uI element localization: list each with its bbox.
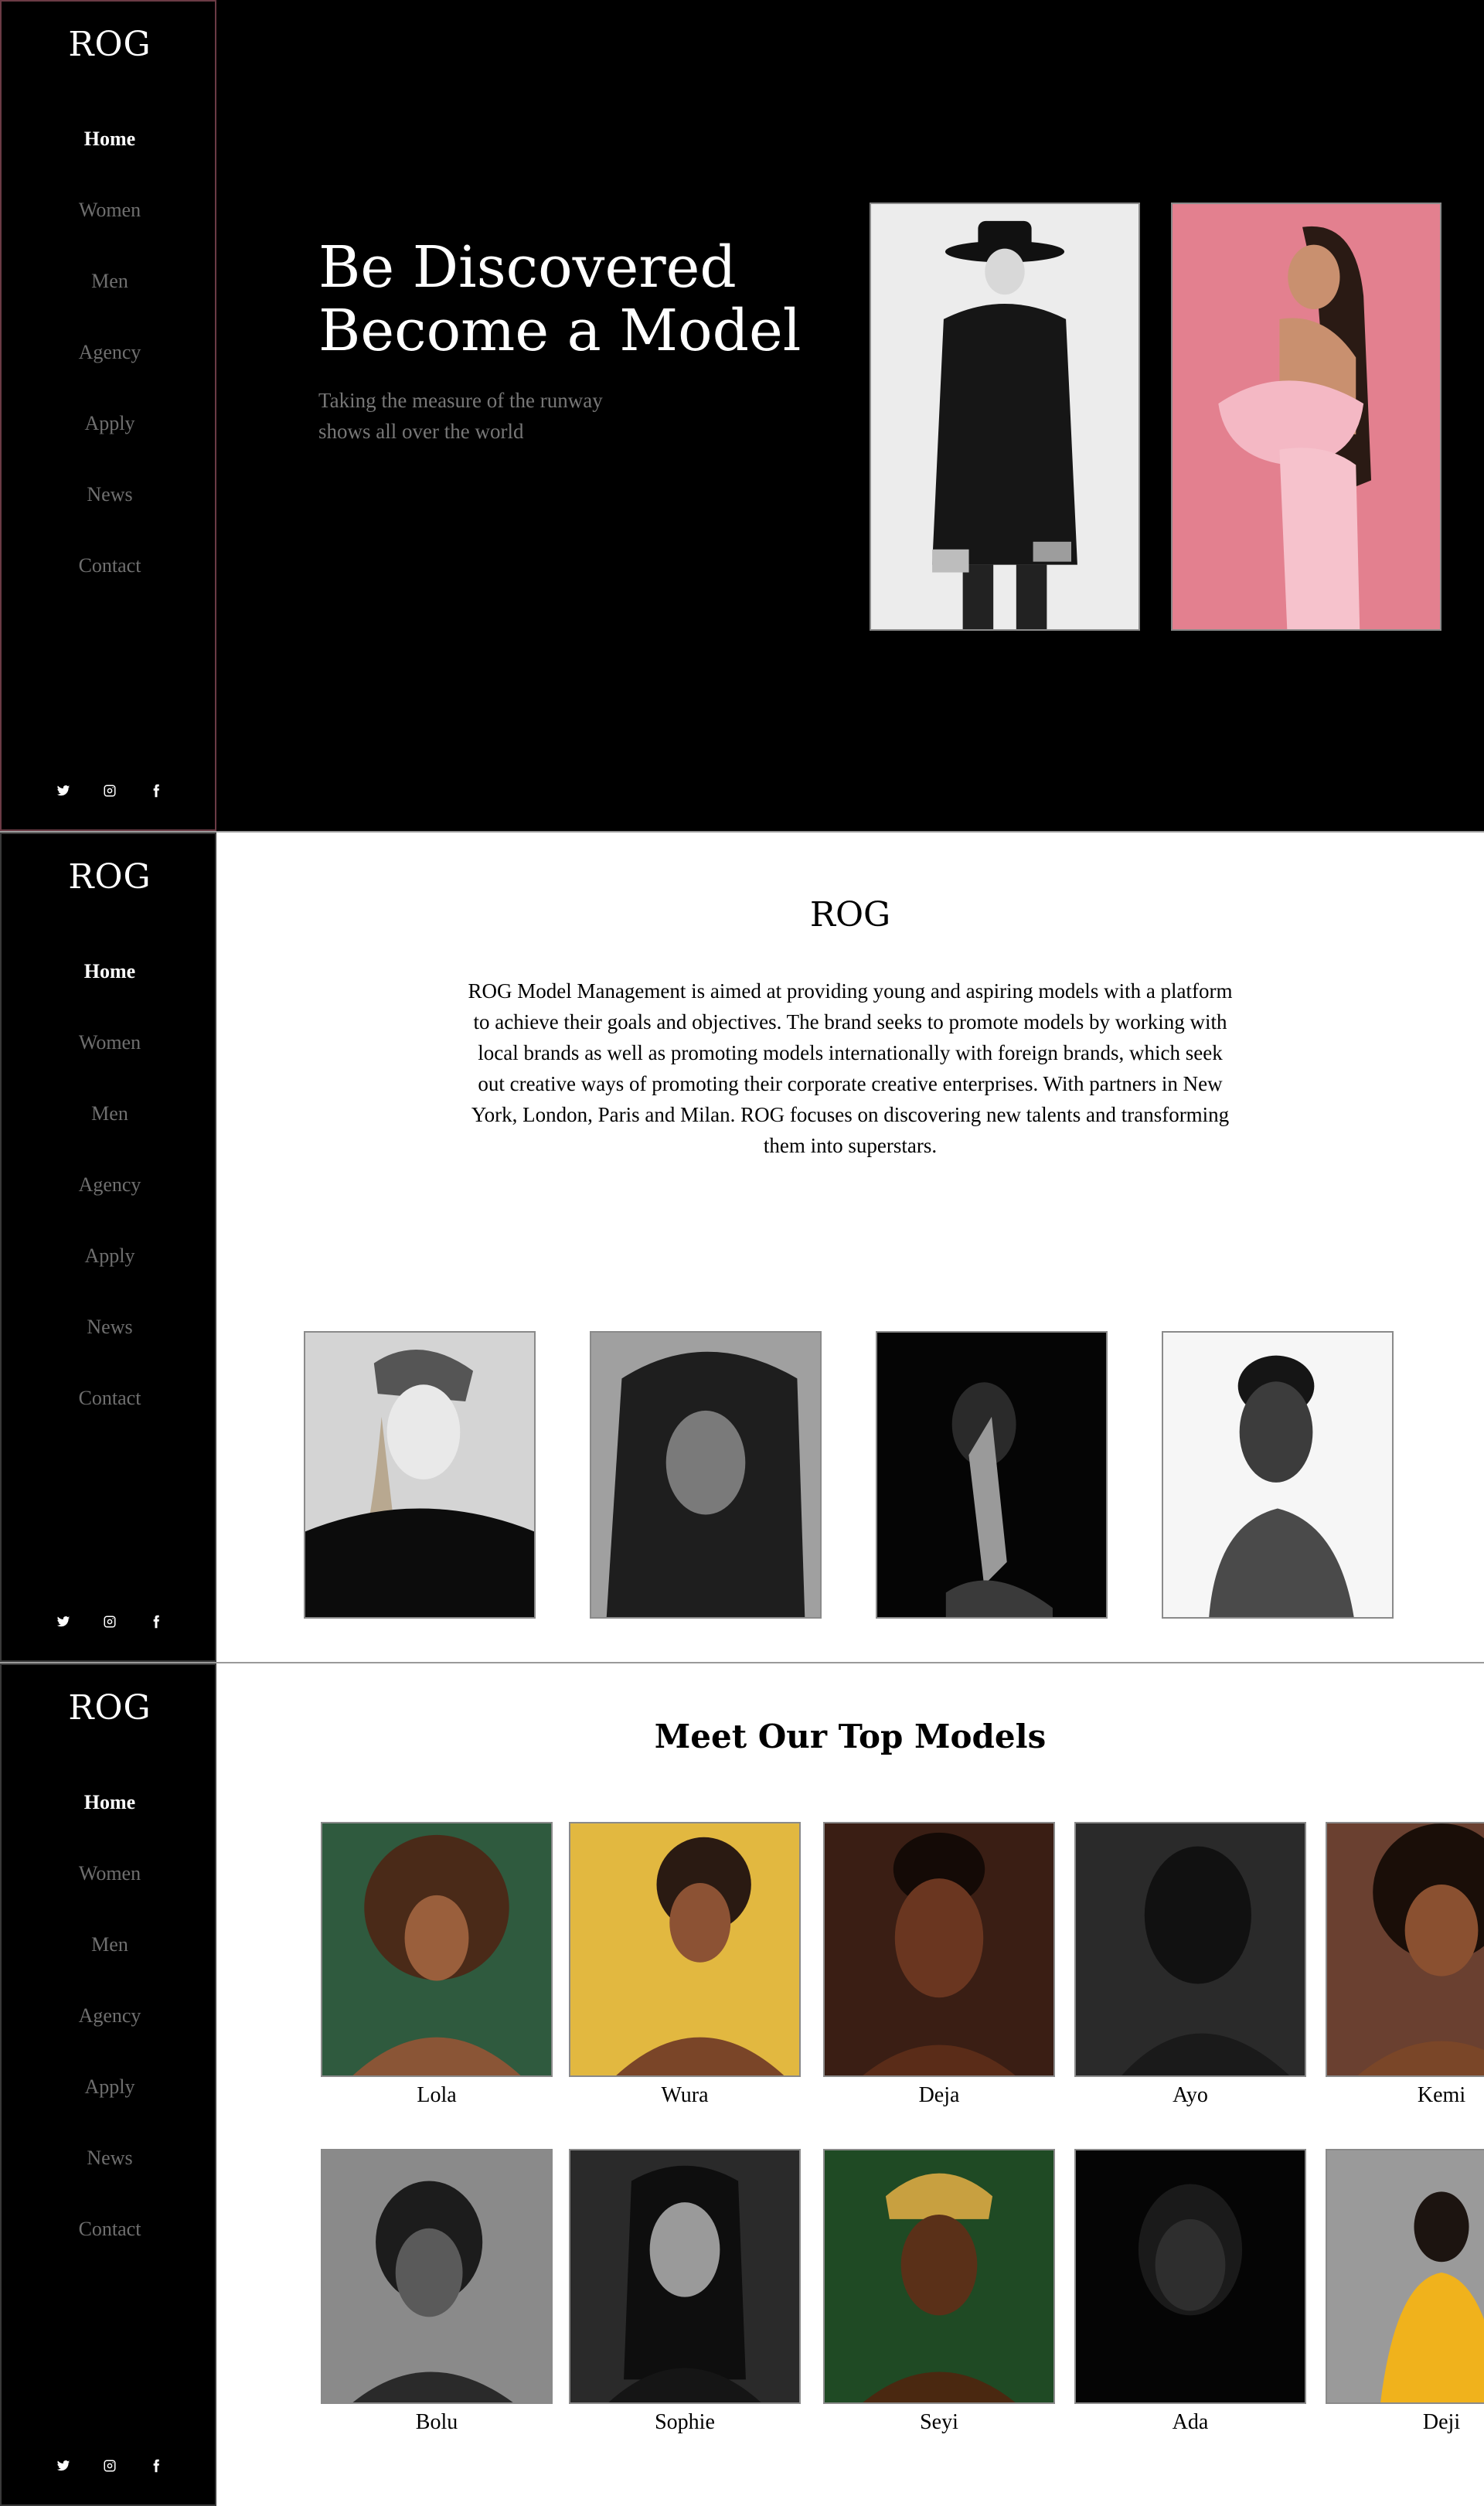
social-links: [2, 1612, 218, 1631]
model-photo: [321, 2149, 553, 2404]
nav-item-news[interactable]: News: [2, 2140, 218, 2211]
nav-item-apply[interactable]: Apply: [2, 1238, 218, 1309]
nav-item-men[interactable]: Men: [2, 1927, 218, 1998]
nav-menu: Home Women Men Agency Apply News Contact: [2, 1785, 218, 2283]
model-photo: [1074, 2149, 1306, 2404]
nav-item-contact[interactable]: Contact: [2, 2211, 218, 2283]
model-name: Deja: [918, 2083, 960, 2107]
model-card-ayo[interactable]: Ayo: [1074, 1822, 1306, 2108]
nav-item-agency[interactable]: Agency: [2, 1167, 218, 1238]
model-photo: [321, 1822, 553, 2077]
model-card-deja[interactable]: Deja: [823, 1822, 1055, 2108]
nav-item-men[interactable]: Men: [2, 264, 218, 335]
model-name: Deji: [1422, 2410, 1461, 2434]
gallery-photo-woman-hair: [590, 1331, 822, 1619]
model-name: Ayo: [1173, 2083, 1208, 2107]
instagram-icon[interactable]: [100, 1612, 119, 1631]
nav-item-women[interactable]: Women: [2, 1025, 218, 1096]
model-name: Seyi: [920, 2410, 958, 2434]
hero-photo-female-model: [1171, 203, 1441, 631]
model-name: Ada: [1172, 2410, 1209, 2434]
model-name: Sophie: [655, 2410, 715, 2434]
nav-item-agency[interactable]: Agency: [2, 335, 218, 406]
model-card-kemi[interactable]: Kemi: [1326, 1822, 1484, 2108]
nav-item-home[interactable]: Home: [2, 954, 218, 1025]
model-card-lola[interactable]: Lola: [321, 1822, 553, 2108]
twitter-icon[interactable]: [54, 2457, 73, 2475]
nav-item-men[interactable]: Men: [2, 1096, 218, 1167]
facebook-icon[interactable]: [147, 1612, 165, 1631]
instagram-icon[interactable]: [100, 2457, 119, 2475]
nav-item-news[interactable]: News: [2, 477, 218, 548]
model-card-bolu[interactable]: Bolu: [321, 2149, 553, 2435]
logo[interactable]: ROG: [2, 25, 218, 64]
hero-subtitle: Taking the measure of the runway shows a…: [318, 389, 603, 443]
model-photo: [823, 1822, 1055, 2077]
model-name: Lola: [417, 2083, 457, 2107]
nav-item-news[interactable]: News: [2, 1309, 218, 1381]
nav-menu: Home Women Men Agency Apply News Contact: [2, 121, 218, 619]
gallery-photo-woman-cap: [304, 1331, 536, 1619]
nav-menu: Home Women Men Agency Apply News Contact: [2, 954, 218, 1452]
twitter-icon[interactable]: [54, 781, 73, 800]
gallery-photo-woman-bald: [1162, 1331, 1394, 1619]
nav-item-apply[interactable]: Apply: [2, 406, 218, 477]
model-name: Wura: [661, 2083, 709, 2107]
about-text: ROG Model Management is aimed at providi…: [468, 979, 1233, 1157]
model-photo: [1326, 2149, 1484, 2404]
social-links: [2, 2457, 218, 2475]
social-links: [2, 781, 218, 800]
instagram-icon[interactable]: [100, 781, 119, 800]
model-card-deji[interactable]: Deji: [1326, 2149, 1484, 2435]
facebook-icon[interactable]: [147, 2457, 165, 2475]
models-title: Meet Our Top Models: [654, 1718, 1047, 1755]
model-photo: [1074, 1822, 1306, 2077]
nav-item-contact[interactable]: Contact: [2, 548, 218, 619]
sidebar: ROG Home Women Men Agency Apply News Con…: [0, 0, 216, 831]
about-title: ROG: [809, 895, 891, 935]
model-card-sophie[interactable]: Sophie: [569, 2149, 801, 2435]
model-photo: [569, 2149, 801, 2404]
hero-title-line-2: Become a Model: [318, 298, 802, 364]
model-card-ada[interactable]: Ada: [1074, 2149, 1306, 2435]
nav-item-apply[interactable]: Apply: [2, 2069, 218, 2140]
facebook-icon[interactable]: [147, 781, 165, 800]
twitter-icon[interactable]: [54, 1612, 73, 1631]
model-photo: [569, 1822, 801, 2077]
model-name: Bolu: [415, 2410, 458, 2434]
gallery-photo-man-shadow: [876, 1331, 1108, 1619]
model-photo: [1326, 1822, 1484, 2077]
model-name: Kemi: [1417, 2083, 1466, 2107]
model-card-seyi[interactable]: Seyi: [823, 2149, 1055, 2435]
hero-title: Be Discovered Become a Model: [318, 236, 801, 363]
hero-title-line-1: Be Discovered: [318, 234, 737, 301]
logo[interactable]: ROG: [2, 857, 218, 897]
nav-item-women[interactable]: Women: [2, 1856, 218, 1927]
sidebar: ROG Home Women Men Agency Apply News Con…: [0, 832, 216, 1662]
nav-item-home[interactable]: Home: [2, 1785, 218, 1856]
hero-photo-male-model: [870, 203, 1140, 631]
model-photo: [823, 2149, 1055, 2404]
nav-item-agency[interactable]: Agency: [2, 1998, 218, 2069]
nav-item-women[interactable]: Women: [2, 192, 218, 264]
logo[interactable]: ROG: [2, 1688, 218, 1728]
model-card-wura[interactable]: Wura: [569, 1822, 801, 2108]
sidebar: ROG Home Women Men Agency Apply News Con…: [0, 1663, 216, 2506]
nav-item-contact[interactable]: Contact: [2, 1381, 218, 1452]
nav-item-home[interactable]: Home: [2, 121, 218, 192]
